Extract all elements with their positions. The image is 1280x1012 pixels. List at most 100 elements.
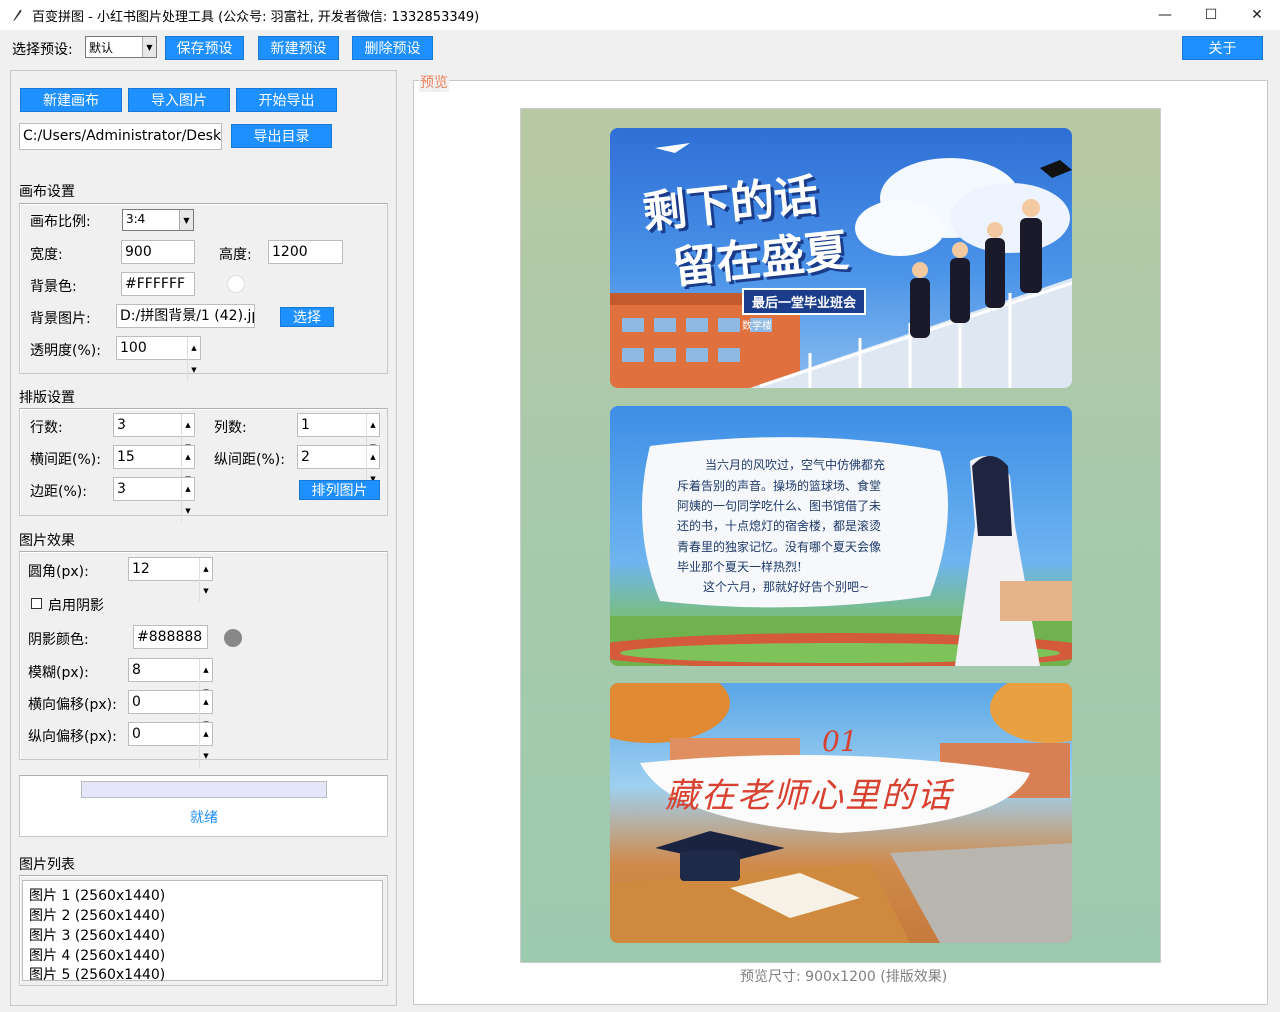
voffset-spinbox[interactable]: 0 ▲ ▼	[128, 722, 213, 767]
spin-down-icon[interactable]: ▼	[199, 580, 212, 602]
card2-line6: 毕业那个夏天一样热烈!	[677, 560, 802, 574]
cols-spinbox[interactable]: 1 ▲▼	[297, 413, 380, 458]
card2-line3: 阿姨的一句同学吃什么、图书馆借了未	[677, 499, 882, 513]
margin-spinbox[interactable]: 3 ▲ ▼	[113, 477, 195, 522]
voffset-label: 纵向偏移(px):	[28, 729, 117, 745]
width-input[interactable]: 900	[121, 240, 195, 264]
rows-label: 行数:	[30, 420, 63, 436]
title-bar: 百变拼图 - 小红书图片处理工具 (公众号: 羽富社, 开发者微信: 13328…	[0, 0, 1280, 30]
card2-line4: 还的书，十点熄灯的宿舍楼，都是滚烫	[677, 519, 882, 533]
bg-image-label: 背景图片:	[30, 311, 91, 327]
list-item[interactable]: 图片 1 (2560x1440)	[29, 885, 165, 905]
window-title: 百变拼图 - 小红书图片处理工具 (公众号: 羽富社, 开发者微信: 13328…	[32, 9, 480, 25]
import-images-button[interactable]: 导入图片	[128, 88, 230, 112]
spin-up-icon[interactable]: ▲	[181, 414, 194, 436]
spin-up-icon[interactable]: ▲	[366, 414, 379, 436]
spin-up-icon[interactable]: ▲	[181, 446, 194, 468]
bg-color-label: 背景色:	[30, 279, 77, 295]
new-preset-button[interactable]: 新建预设	[258, 36, 339, 60]
arrange-images-button[interactable]: 排列图片	[299, 480, 380, 500]
preview-card-3: 01 藏在老师心里的话	[610, 683, 1072, 943]
card1-subtitle: 最后一堂毕业班会	[742, 288, 867, 315]
card3-number: 01	[822, 725, 858, 758]
shadow-color-input[interactable]: #888888	[133, 625, 208, 649]
rows-spinbox[interactable]: 3 ▲▼	[113, 413, 195, 458]
progress-bar	[81, 781, 327, 798]
spin-up-icon[interactable]: ▲	[199, 659, 212, 681]
blur-spinbox[interactable]: 8 ▲▼	[128, 658, 213, 703]
card2-line1: 当六月的风吹过，空气中仿佛都充	[705, 458, 886, 472]
toolbar: 选择预设: 默认 ▼ 保存预设 新建预设 删除预设 关于	[0, 30, 1280, 66]
height-label: 高度:	[219, 247, 252, 263]
list-item[interactable]: 图片 4 (2560x1440)	[29, 945, 165, 965]
spin-up-icon[interactable]: ▲	[199, 723, 212, 745]
save-preset-button[interactable]: 保存预设	[165, 36, 244, 60]
card2-line2: 斥着告别的声音。操场的篮球场、食堂	[677, 479, 882, 493]
card2-illustration	[610, 437, 1072, 666]
ratio-select[interactable]: 3:4 ▼	[122, 209, 194, 231]
shadow-color-label: 阴影颜色:	[28, 632, 89, 648]
bg-color-input[interactable]: #FFFFFF	[121, 272, 195, 296]
spin-up-icon[interactable]: ▲	[199, 691, 212, 713]
blur-label: 模糊(px):	[28, 665, 89, 681]
delete-preset-button[interactable]: 删除预设	[352, 36, 433, 60]
radius-label: 圆角(px):	[28, 564, 89, 580]
margin-label: 边距(%):	[30, 484, 87, 500]
chevron-down-icon: ▼	[179, 210, 193, 230]
hoffset-spinbox[interactable]: 0 ▲▼	[128, 690, 213, 735]
about-button[interactable]: 关于	[1182, 36, 1263, 60]
height-input[interactable]: 1200	[268, 240, 343, 264]
export-path-input[interactable]: C:/Users/Administrator/Deskt	[19, 123, 222, 150]
card1-sign: 数学楼	[742, 321, 772, 332]
cols-label: 列数:	[214, 420, 247, 436]
shadow-checkbox[interactable]	[31, 598, 42, 609]
spin-up-icon[interactable]: ▲	[199, 558, 212, 580]
spin-down-icon[interactable]: ▼	[181, 500, 194, 522]
hgap-label: 横间距(%):	[30, 452, 101, 468]
minimize-button[interactable]: —	[1142, 0, 1188, 30]
list-item[interactable]: 图片 5 (2560x1440)	[29, 964, 165, 984]
shadow-color-swatch[interactable]	[224, 629, 242, 647]
chevron-down-icon: ▼	[142, 37, 156, 57]
layout-settings-title: 排版设置	[19, 390, 75, 406]
export-dir-button[interactable]: 导出目录	[231, 124, 332, 148]
list-item[interactable]: 图片 3 (2560x1440)	[29, 925, 165, 945]
maximize-button[interactable]: ☐	[1188, 0, 1234, 30]
canvas-settings-title: 画布设置	[19, 184, 75, 200]
preview-card-2: 当六月的风吹过，空气中仿佛都充 斥着告别的声音。操场的篮球场、食堂 阿姨的一句同…	[610, 406, 1072, 666]
spin-up-icon[interactable]: ▲	[181, 478, 194, 500]
spin-down-icon[interactable]: ▼	[199, 745, 212, 767]
bg-image-input[interactable]: D:/拼图背景/1 (42).jp	[116, 304, 255, 328]
choose-bg-button[interactable]: 选择	[280, 307, 334, 327]
feather-icon	[13, 9, 22, 21]
new-canvas-button[interactable]: 新建画布	[20, 88, 122, 112]
radius-spinbox[interactable]: 12 ▲ ▼	[128, 557, 213, 602]
hoffset-label: 横向偏移(px):	[28, 697, 117, 713]
close-button[interactable]: ✕	[1234, 0, 1280, 30]
list-item[interactable]: 图片 2 (2560x1440)	[29, 905, 165, 925]
vgap-label: 纵间距(%):	[214, 452, 285, 468]
preset-label: 选择预设:	[12, 42, 73, 58]
preview-legend: 预览	[419, 72, 449, 92]
card3-title: 藏在老师心里的话	[665, 776, 953, 816]
image-effects-title: 图片效果	[19, 533, 75, 549]
image-listbox[interactable]: 图片 1 (2560x1440) 图片 2 (2560x1440) 图片 3 (…	[22, 880, 383, 984]
spin-up-icon[interactable]: ▲	[366, 446, 379, 468]
status-text: 就绪	[190, 810, 218, 826]
start-export-button[interactable]: 开始导出	[236, 88, 337, 112]
width-label: 宽度:	[30, 247, 63, 263]
preset-select[interactable]: 默认 ▼	[85, 36, 157, 58]
spin-down-icon[interactable]: ▼	[187, 359, 200, 381]
preview-card-1: 剩下的话 留在盛夏 最后一堂毕业班会 数学楼	[610, 128, 1072, 388]
opacity-spinbox[interactable]: 100 ▲ ▼	[116, 336, 201, 381]
spin-up-icon[interactable]: ▲	[187, 337, 200, 359]
image-list-title: 图片列表	[19, 857, 75, 873]
vgap-spinbox[interactable]: 2 ▲ ▼	[297, 445, 380, 490]
card2-line7: 这个六月，那就好好告个别吧~	[703, 580, 870, 594]
ratio-label: 画布比例:	[30, 214, 91, 230]
opacity-label: 透明度(%):	[30, 343, 101, 359]
shadow-label: 启用阴影	[48, 598, 104, 614]
bg-color-swatch[interactable]	[227, 275, 245, 293]
hgap-spinbox[interactable]: 15 ▲▼	[113, 445, 195, 490]
preview-size-label: 预览尺寸: 900x1200 (排版效果)	[740, 969, 948, 985]
